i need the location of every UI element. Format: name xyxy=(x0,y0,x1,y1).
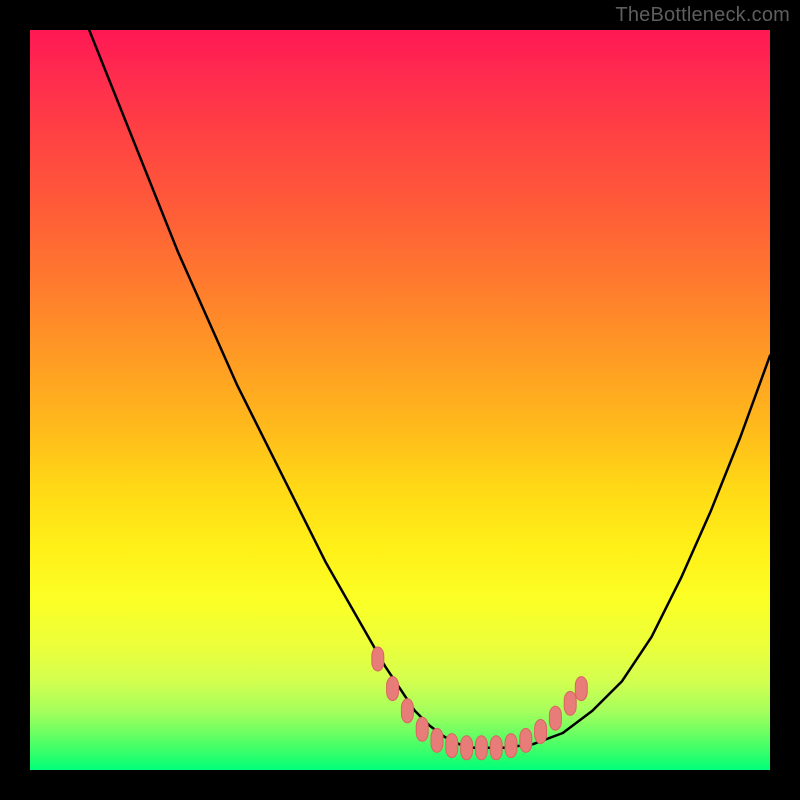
highlight-marker xyxy=(461,736,473,760)
highlight-marker xyxy=(490,736,502,760)
curve-layer xyxy=(89,30,770,748)
highlight-marker xyxy=(387,677,399,701)
marker-layer xyxy=(372,647,588,760)
highlight-marker xyxy=(431,728,443,752)
bottleneck-curve xyxy=(89,30,770,748)
plot-area xyxy=(30,30,770,770)
chart-frame: TheBottleneck.com xyxy=(0,0,800,800)
highlight-marker xyxy=(575,677,587,701)
highlight-marker xyxy=(535,720,547,744)
highlight-marker xyxy=(446,734,458,758)
highlight-marker xyxy=(549,706,561,730)
attribution-text: TheBottleneck.com xyxy=(615,4,790,27)
highlight-marker xyxy=(564,691,576,715)
highlight-marker xyxy=(475,736,487,760)
highlight-marker xyxy=(505,734,517,758)
highlight-marker xyxy=(520,728,532,752)
highlight-marker xyxy=(401,699,413,723)
highlight-marker xyxy=(372,647,384,671)
chart-svg xyxy=(30,30,770,770)
highlight-marker xyxy=(416,717,428,741)
